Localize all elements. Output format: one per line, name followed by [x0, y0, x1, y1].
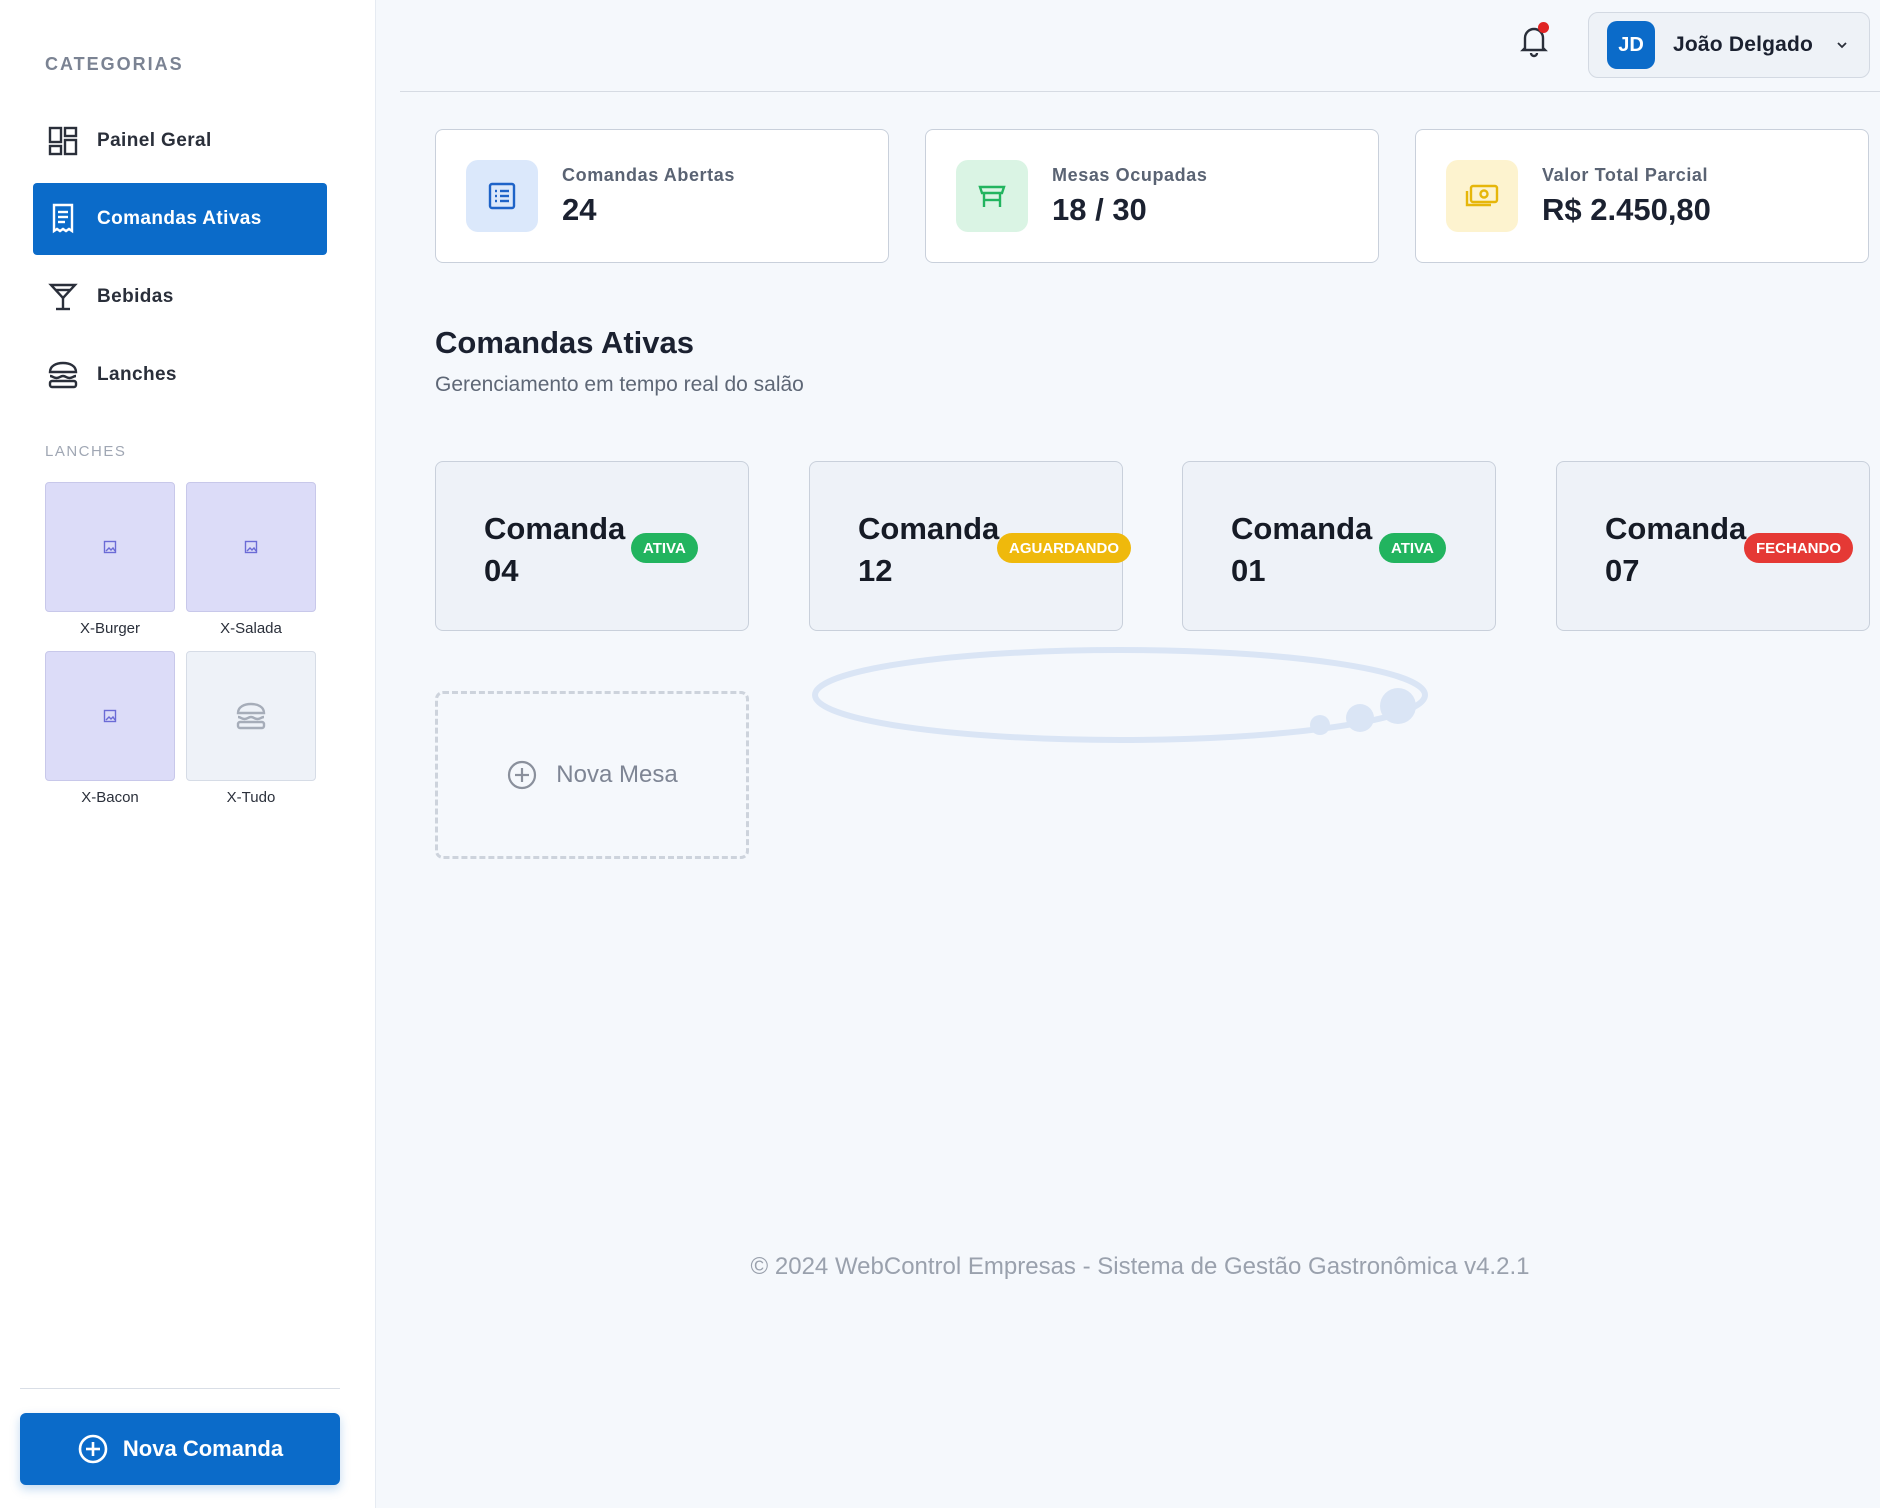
lanches-subtitle: LANCHES [45, 443, 127, 460]
nav-label: Comandas Ativas [97, 208, 262, 229]
money-icon [1446, 160, 1518, 232]
command-card-04[interactable]: Comanda 04 ATIVA [435, 461, 749, 631]
stat-label: Comandas Abertas [562, 164, 735, 185]
plus-circle-icon [508, 760, 537, 790]
command-number: 04 [484, 553, 519, 588]
burger-icon [236, 702, 266, 730]
sidebar-divider [20, 1388, 340, 1389]
product-x-burger[interactable]: X-Burger [45, 482, 175, 637]
categories-title: CATEGORIAS [45, 54, 184, 74]
nav-item-comandas-ativas[interactable]: Comandas Ativas [33, 183, 327, 255]
product-name: X-Bacon [81, 789, 139, 806]
nav-label: Painel Geral [97, 130, 212, 151]
product-thumbnail[interactable] [45, 482, 175, 612]
image-placeholder-icon [103, 709, 117, 723]
stat-value: 18 / 30 [1052, 191, 1147, 227]
dashboard-icon [47, 125, 79, 157]
avatar: JD [1607, 21, 1655, 69]
list-icon [466, 160, 538, 232]
nav-label: Bebidas [97, 286, 174, 307]
command-title: Comanda [484, 511, 626, 546]
status-badge: ATIVA [1379, 533, 1446, 563]
burger-icon [47, 359, 79, 391]
chevron-down-icon [1837, 42, 1847, 49]
product-name: X-Burger [79, 620, 141, 637]
nav-item-bebidas[interactable]: Bebidas [33, 261, 327, 333]
top-header: JD João Delgado [400, 0, 1880, 92]
new-command-label: Nova Comanda [122, 1436, 284, 1461]
status-badge: FECHANDO [1744, 533, 1853, 563]
cocktail-icon [47, 281, 79, 313]
receipt-icon [47, 203, 79, 235]
new-command-button[interactable]: Nova Comanda [20, 1413, 340, 1485]
command-card-01[interactable]: Comanda 01 ATIVA [1182, 461, 1496, 631]
plus-circle-icon [78, 1434, 108, 1464]
stat-label: Valor Total Parcial [1542, 164, 1709, 185]
product-x-bacon[interactable]: X-Bacon [45, 651, 175, 806]
command-card-07[interactable]: Comanda 07 FECHANDO [1556, 461, 1870, 631]
notification-dot [1538, 22, 1549, 33]
product-thumbnail[interactable] [186, 651, 316, 781]
status-badge: AGUARDANDO [997, 533, 1131, 563]
nav-label: Lanches [97, 364, 177, 385]
sidebar: CATEGORIAS Painel Geral Comandas Ativas … [0, 0, 376, 1508]
command-title: Comanda [1231, 511, 1373, 546]
stat-card-partial-total: Valor Total Parcial R$ 2.450,80 [1415, 129, 1869, 263]
product-name: X-Salada [220, 620, 282, 637]
image-placeholder-icon [244, 540, 258, 554]
product-thumbnail[interactable] [45, 651, 175, 781]
stat-value: 24 [562, 191, 597, 227]
product-x-tudo[interactable]: X-Tudo [186, 651, 316, 806]
command-card-12[interactable]: Comanda 12 AGUARDANDO [809, 461, 1131, 631]
command-title: Comanda [1605, 511, 1747, 546]
product-thumbnail[interactable] [186, 482, 316, 612]
command-number: 07 [1605, 553, 1640, 588]
new-table-label: Nova Mesa [556, 761, 678, 788]
product-x-salada[interactable]: X-Salada [186, 482, 316, 637]
stat-card-open-commands: Comandas Abertas 24 [435, 129, 889, 263]
page-title: Comandas Ativas [435, 325, 694, 360]
command-title: Comanda [858, 511, 1000, 546]
page-subtitle: Gerenciamento em tempo real do salão [435, 373, 804, 396]
notifications-button[interactable] [1516, 22, 1552, 58]
stat-value: R$ 2.450,80 [1542, 191, 1711, 227]
nav-item-painel-geral[interactable]: Painel Geral [33, 105, 327, 177]
table-icon [956, 160, 1028, 232]
product-name: X-Tudo [226, 789, 276, 806]
command-number: 12 [858, 553, 893, 588]
footer-copyright: © 2024 WebControl Empresas - Sistema de … [750, 1253, 1530, 1280]
nav-item-lanches[interactable]: Lanches [33, 339, 327, 411]
image-placeholder-icon [103, 540, 117, 554]
user-menu[interactable]: JD João Delgado [1588, 12, 1870, 78]
stat-label: Mesas Ocupadas [1052, 164, 1208, 185]
command-number: 01 [1231, 553, 1266, 588]
stat-card-occupied-tables: Mesas Ocupadas 18 / 30 [925, 129, 1379, 263]
status-badge: ATIVA [631, 533, 698, 563]
new-table-button[interactable]: Nova Mesa [435, 691, 749, 859]
user-name: João Delgado [1673, 33, 1814, 56]
